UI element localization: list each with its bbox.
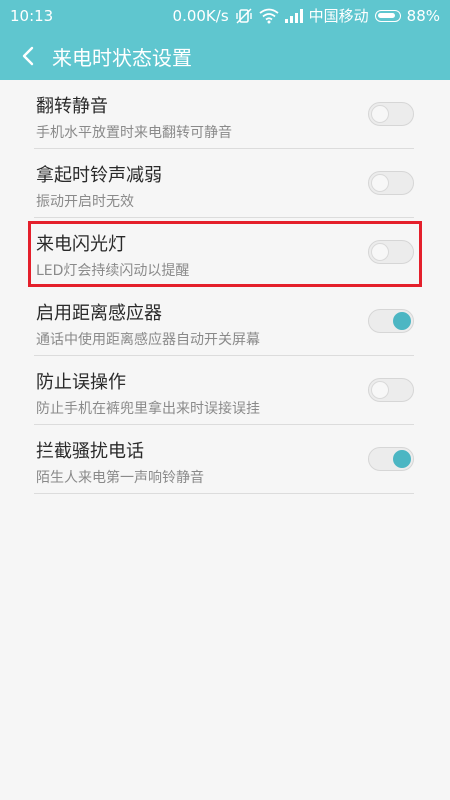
pickup-reduce-toggle[interactable]	[368, 171, 414, 195]
setting-description: 通话中使用距离感应器自动开关屏幕	[36, 332, 260, 348]
setting-row-proximity-sensor: 启用距离感应器 通话中使用距离感应器自动开关屏幕	[34, 287, 414, 356]
toggle-knob	[371, 381, 389, 399]
setting-description: 手机水平放置时来电翻转可静音	[36, 125, 232, 141]
toggle-knob	[393, 450, 411, 468]
proximity-sensor-toggle[interactable]	[368, 309, 414, 333]
setting-title: 防止误操作	[36, 372, 126, 393]
setting-description: 防止手机在裤兜里拿出来时误接误挂	[36, 401, 260, 417]
flash-alert-toggle[interactable]	[368, 240, 414, 264]
carrier-name: 中国移动	[308, 7, 369, 25]
setting-row-block-spam: 拦截骚扰电话 陌生人来电第一声响铃静音	[34, 425, 414, 494]
network-speed: 0.00K/s	[172, 6, 229, 25]
setting-title: 翻转静音	[36, 96, 108, 117]
setting-row-flip-mute: 翻转静音 手机水平放置时来电翻转可静音	[34, 80, 414, 149]
toggle-knob	[371, 243, 389, 261]
battery-fill	[377, 12, 395, 18]
toggle-knob	[393, 312, 411, 330]
toggle-knob	[371, 105, 389, 123]
setting-description: 振动开启时无效	[36, 194, 134, 210]
back-arrow-icon[interactable]	[18, 45, 40, 67]
battery-percent: 88%	[406, 6, 440, 25]
battery-icon	[374, 9, 401, 22]
block-spam-toggle[interactable]	[368, 447, 414, 471]
setting-title: 拦截骚扰电话	[36, 441, 144, 462]
vibrate-icon	[235, 7, 253, 25]
app-header: 10:13 0.00K/s 中国移动 88% 来电时状态设置	[0, 0, 450, 80]
pocket-mode-toggle[interactable]	[368, 378, 414, 402]
title-bar: 来电时状态设置	[0, 36, 450, 76]
setting-description: LED灯会持续闪动以提醒	[36, 263, 190, 279]
status-time: 10:13	[10, 7, 54, 25]
signal-icon	[284, 8, 303, 23]
page-title: 来电时状态设置	[52, 46, 192, 70]
toggle-knob	[371, 174, 389, 192]
status-bar: 10:13 0.00K/s 中国移动 88%	[0, 0, 450, 32]
flip-mute-toggle[interactable]	[368, 102, 414, 126]
setting-row-pickup-reduce: 拿起时铃声减弱 振动开启时无效	[34, 149, 414, 218]
status-right-group: 0.00K/s 中国移动 88%	[173, 5, 440, 26]
setting-title: 来电闪光灯	[36, 234, 126, 255]
setting-description: 陌生人来电第一声响铃静音	[36, 470, 204, 486]
setting-title: 拿起时铃声减弱	[36, 165, 162, 186]
setting-title: 启用距离感应器	[36, 303, 162, 324]
setting-row-pocket-mode: 防止误操作 防止手机在裤兜里拿出来时误接误挂	[34, 356, 414, 425]
wifi-icon	[259, 8, 279, 24]
setting-row-flash-alert: 来电闪光灯 LED灯会持续闪动以提醒	[34, 218, 414, 287]
settings-list: 翻转静音 手机水平放置时来电翻转可静音 拿起时铃声减弱 振动开启时无效 来电闪光…	[34, 80, 414, 494]
